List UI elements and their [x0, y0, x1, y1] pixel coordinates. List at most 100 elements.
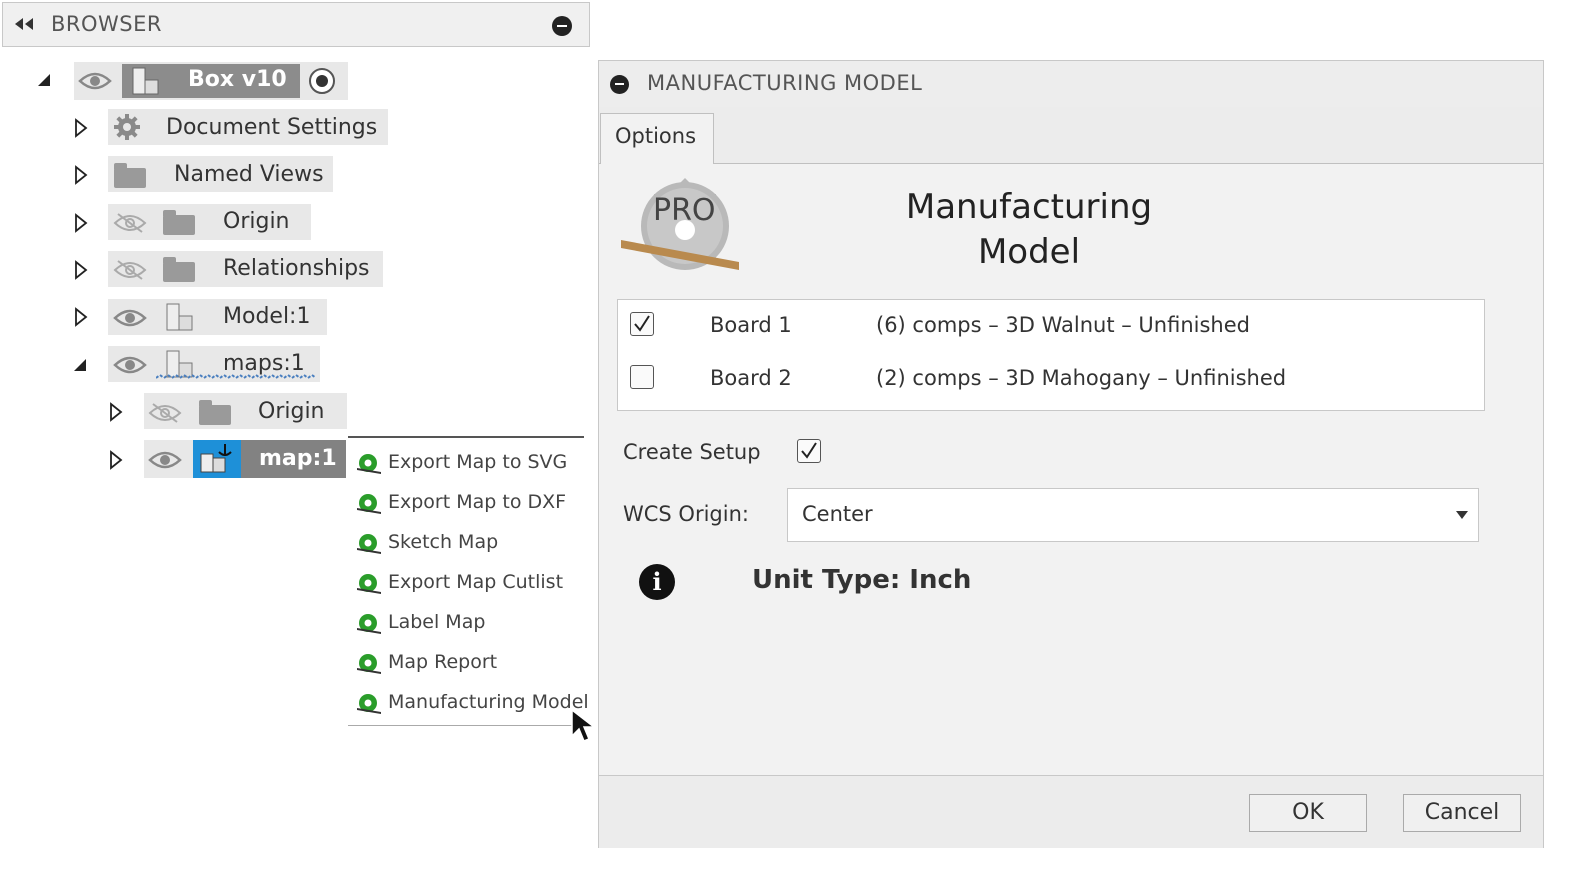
visibility-eye-icon[interactable] [78, 70, 112, 92]
hidden-eye-icon[interactable] [113, 212, 147, 234]
dialog-heading: Manufacturing Model [829, 185, 1229, 275]
heading-line-1: Manufacturing [905, 187, 1153, 227]
activate-radio-icon[interactable] [308, 67, 336, 95]
board-1-checkbox[interactable] [630, 312, 654, 336]
component-icon [166, 303, 193, 331]
context-menu-label: Label Map [388, 611, 486, 633]
wcs-origin-value: Center [802, 502, 873, 526]
saw-blade-icon [357, 694, 381, 714]
tree-item-label: Document Settings [166, 115, 378, 140]
expand-triangle-icon[interactable] [109, 402, 123, 422]
hidden-eye-icon[interactable] [148, 402, 182, 424]
tab-options[interactable]: Options [600, 113, 714, 164]
tree-item-label: Origin [223, 209, 290, 234]
tree-item-label: Origin [258, 399, 325, 424]
minimize-panel-icon[interactable] [552, 16, 572, 36]
tree-root-selected[interactable]: Box v10 [122, 64, 300, 98]
tab-strip: Options [599, 107, 1543, 164]
manufacturing-model-dialog: MANUFACTURING MODEL Options PRO Manufact… [598, 60, 1544, 848]
saw-blade-icon [357, 494, 381, 514]
context-menu-item[interactable]: Map Report [348, 643, 584, 683]
context-menu-item[interactable]: Export Map to DXF [348, 483, 584, 523]
mouse-cursor-icon [571, 708, 597, 742]
visibility-eye-icon[interactable] [113, 307, 147, 329]
tree-item-label: maps:1 [223, 351, 305, 376]
context-menu-item[interactable]: Manufacturing Model [348, 683, 589, 723]
collapse-triangle-icon[interactable] [36, 72, 52, 88]
dialog-title: MANUFACTURING MODEL [647, 71, 923, 95]
warning-squiggle [156, 374, 317, 380]
tree-item-map-selected[interactable]: map:1 [193, 440, 346, 478]
dropdown-arrow-icon [1456, 511, 1468, 519]
expand-triangle-icon[interactable] [74, 213, 88, 233]
wcs-origin-select[interactable]: Center [787, 488, 1479, 542]
folder-icon [163, 210, 195, 235]
dialog-footer: OK Cancel [599, 775, 1543, 848]
context-menu-label: Map Report [388, 651, 498, 673]
minimize-dialog-icon[interactable] [610, 75, 629, 94]
map-component-icon-bg [193, 440, 241, 478]
browser-title: BROWSER [51, 12, 162, 36]
cancel-button[interactable]: Cancel [1403, 794, 1521, 832]
pro-saw-logo-icon: PRO [621, 178, 739, 270]
create-setup-checkbox[interactable] [797, 439, 821, 463]
context-menu-label: Export Map to SVG [388, 451, 568, 473]
visibility-eye-icon[interactable] [148, 449, 182, 471]
info-glyph: i [652, 567, 662, 596]
board-row[interactable]: Board 1 (6) comps – 3D Walnut – Unfinish… [618, 300, 1484, 350]
expand-triangle-icon[interactable] [74, 260, 88, 280]
context-menu-item[interactable]: Export Map Cutlist [348, 563, 584, 603]
folder-icon [114, 163, 146, 188]
expand-triangle-icon[interactable] [74, 165, 88, 185]
wcs-origin-label: WCS Origin: [623, 502, 749, 526]
saw-blade-icon [357, 654, 381, 674]
board-row[interactable]: Board 2 (2) comps – 3D Mahogany – Unfini… [618, 353, 1484, 403]
context-menu: Export Map to SVG Export Map to DXF Sketch… [348, 436, 589, 726]
board-name: Board 1 [710, 313, 792, 337]
collapse-panel-icon[interactable] [13, 16, 35, 32]
heading-line-2: Model [977, 232, 1081, 272]
info-icon: i [639, 564, 675, 600]
unit-type-text: Unit Type: Inch [752, 565, 972, 595]
expand-triangle-icon[interactable] [74, 118, 88, 138]
saw-blade-icon [357, 534, 381, 554]
folder-icon [163, 257, 195, 282]
logo-text: PRO [653, 193, 716, 228]
create-setup-label: Create Setup [623, 440, 761, 464]
hidden-eye-icon[interactable] [113, 259, 147, 281]
board-list: Board 1 (6) comps – 3D Walnut – Unfinish… [617, 299, 1485, 411]
map-component-icon [200, 444, 232, 473]
browser-header: BROWSER [2, 2, 590, 47]
board-description: (6) comps – 3D Walnut – Unfinished [876, 313, 1250, 337]
context-menu-item[interactable]: Export Map to SVG [348, 443, 584, 483]
tab-label: Options [615, 124, 697, 148]
tree-item-label: Model:1 [223, 304, 311, 329]
checkmark-icon [801, 442, 817, 459]
context-menu-label: Sketch Map [388, 531, 499, 553]
tree-item-label: Relationships [223, 256, 370, 281]
gear-icon [114, 114, 140, 140]
context-menu-label: Export Map Cutlist [388, 571, 564, 593]
visibility-eye-icon[interactable] [113, 354, 147, 376]
board-description: (2) comps – 3D Mahogany – Unfinished [876, 366, 1287, 390]
tree-item-label: map:1 [259, 446, 337, 471]
tree-item-label: Named Views [174, 162, 324, 187]
tree-root-label: Box v10 [188, 67, 287, 92]
context-menu-label: Export Map to DXF [388, 491, 567, 513]
ok-button[interactable]: OK [1249, 794, 1367, 832]
dialog-header: MANUFACTURING MODEL [599, 61, 1543, 108]
saw-blade-icon [357, 454, 381, 474]
board-2-checkbox[interactable] [630, 365, 654, 389]
component-icon [132, 67, 159, 95]
context-menu-label: Manufacturing Model [388, 691, 589, 713]
saw-blade-icon [357, 614, 381, 634]
checkmark-icon [634, 315, 650, 332]
context-menu-item[interactable]: Label Map [348, 603, 584, 643]
expand-triangle-icon[interactable] [74, 307, 88, 327]
saw-blade-icon [357, 574, 381, 594]
folder-icon [199, 400, 231, 425]
expand-triangle-icon[interactable] [109, 450, 123, 470]
collapse-triangle-icon[interactable] [72, 357, 88, 373]
context-menu-item[interactable]: Sketch Map [348, 523, 584, 563]
board-name: Board 2 [710, 366, 792, 390]
